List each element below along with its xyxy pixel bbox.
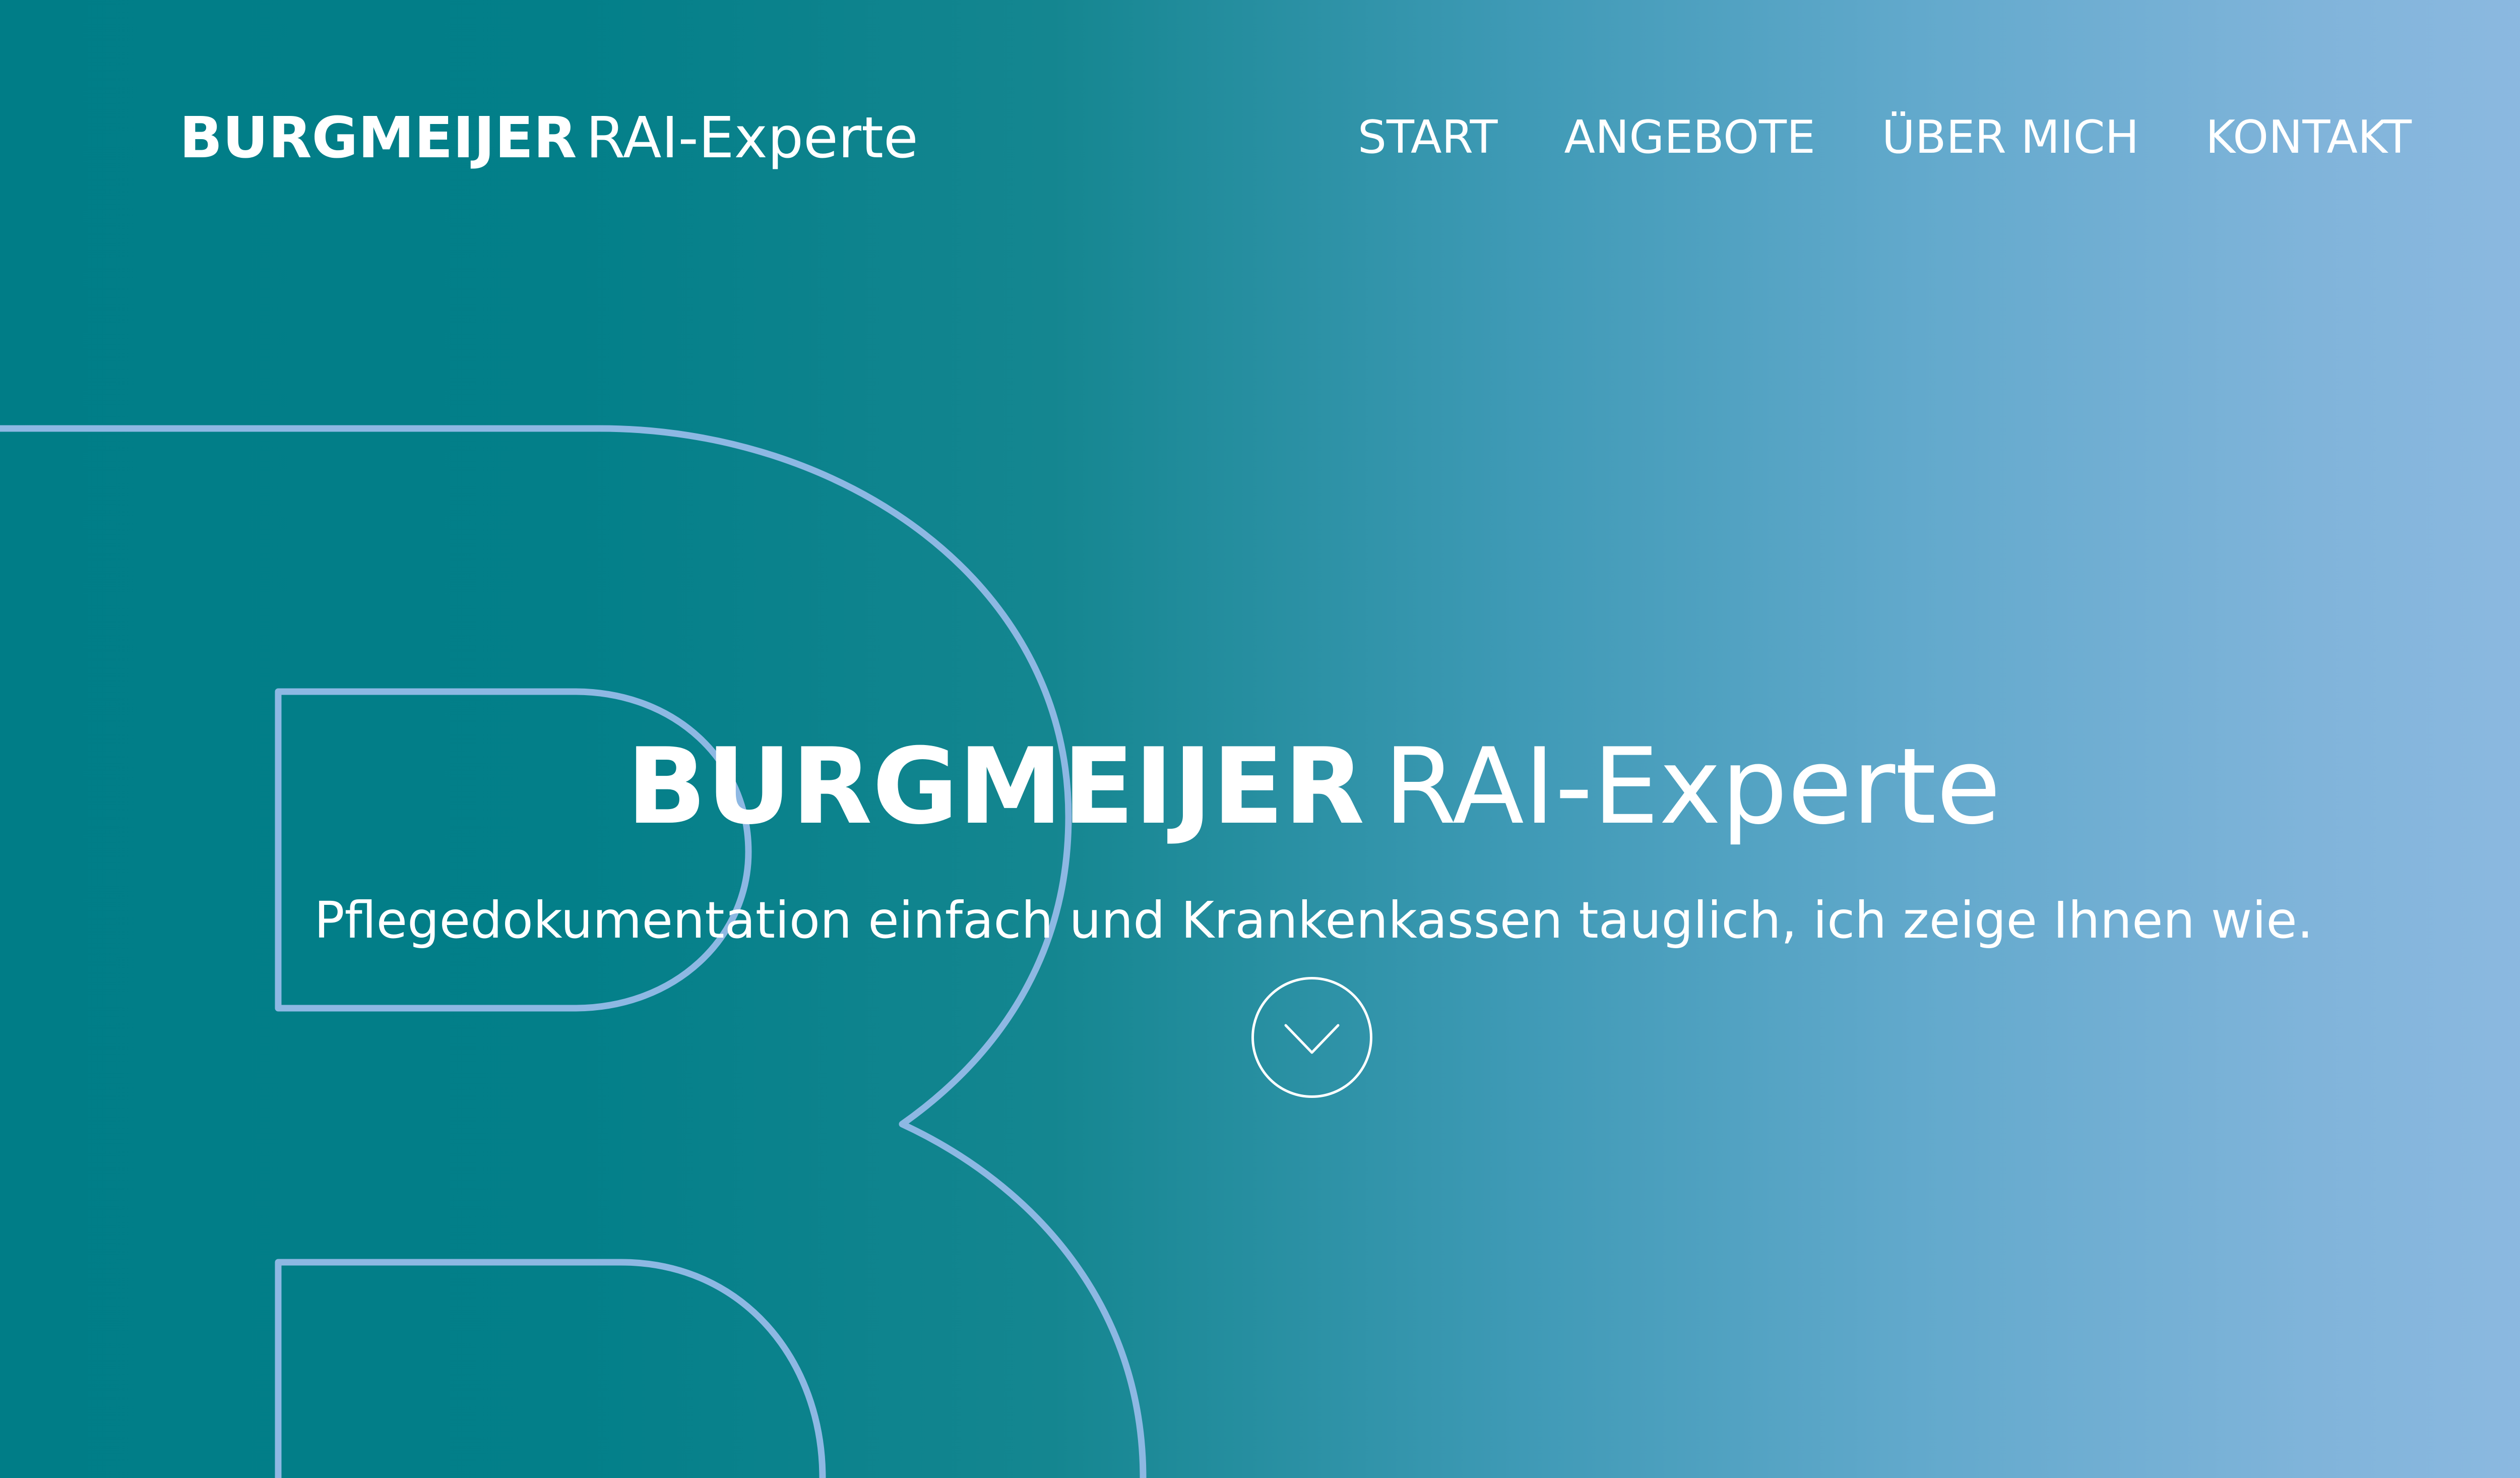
- nav-kontakt-link[interactable]: KONTAKT: [2206, 115, 2412, 160]
- hero-subtitle: Pflegedokumentation einfach und Krankenk…: [314, 891, 2313, 950]
- main-navigation: START ANGEBOTE ÜBER MICH KONTAKT: [1358, 115, 2412, 160]
- hero-title: BURGMEIJER RAI-Experte: [0, 734, 2520, 839]
- scroll-down-button[interactable]: [1251, 977, 1372, 1098]
- nav-ueber-mich-link[interactable]: ÜBER MICH: [1882, 115, 2139, 160]
- site-logo[interactable]: BURGMEIJER RAI-Experte: [179, 110, 918, 166]
- logo-light-text: RAI-Experte: [586, 105, 918, 171]
- nav-start-link[interactable]: START: [1358, 115, 1498, 160]
- hero-title-light: RAI-Experte: [1383, 726, 2001, 848]
- chevron-down-icon: [1284, 1024, 1340, 1054]
- site-header: BURGMEIJER RAI-Experte START ANGEBOTE ÜBE…: [0, 0, 2520, 282]
- nav-angebote-link[interactable]: ANGEBOTE: [1564, 115, 1815, 160]
- logo-strong-text: BURGMEIJER: [179, 105, 577, 171]
- hero-title-strong: BURGMEIJER: [626, 726, 1365, 848]
- hero-page: BURGMEIJER RAI-Experte START ANGEBOTE ÜBE…: [0, 0, 2520, 1478]
